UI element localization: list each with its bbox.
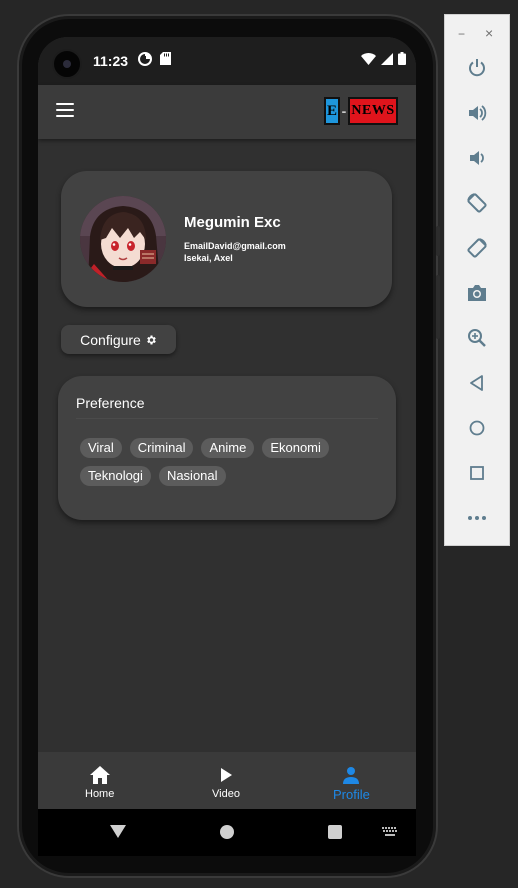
data-saver-icon [138,52,152,66]
person-icon [343,767,360,784]
sd-card-icon [160,52,171,65]
more-icon[interactable] [464,505,490,531]
minimize-icon[interactable]: − [458,27,465,41]
emulator-window-controls: − × [445,25,511,41]
status-system-icons [361,52,406,65]
menu-icon[interactable] [56,103,74,117]
avatar-illustration [80,196,166,282]
volume-up-icon[interactable] [464,100,490,126]
system-back-button[interactable] [110,825,126,838]
nav-profile-label: Profile [333,787,370,802]
rotate-right-icon[interactable] [464,235,490,261]
play-icon [220,768,232,782]
chip-nasional[interactable]: Nasional [158,466,226,486]
avatar[interactable] [80,196,166,282]
overview-icon[interactable] [464,460,490,486]
close-icon[interactable]: × [485,25,493,41]
status-bar: 11:23 [38,37,416,85]
keyboard-icon[interactable] [382,827,398,837]
configure-button[interactable]: Configure [61,325,176,354]
camera-icon[interactable] [464,280,490,306]
chip-viral[interactable]: Viral [80,438,122,458]
configure-label: Configure [80,331,141,348]
app-screen: 11:23 E - NEWS Megumin Exc EmailDavid@gm… [38,37,416,809]
profile-name: Megumin Exc [184,214,281,231]
volume-down-icon[interactable] [464,145,490,171]
back-icon[interactable] [464,370,490,396]
app-bar: E - NEWS [38,85,416,139]
rotate-left-icon[interactable] [464,190,490,216]
preference-title: Preference [76,395,145,411]
logo-news: NEWS [348,97,398,125]
emulator-controls-panel: − × [444,14,510,546]
home-icon[interactable] [464,415,490,441]
chip-ekonomi[interactable]: Ekonomi [262,438,329,458]
nav-video[interactable]: Video [212,766,240,800]
front-camera [52,49,82,79]
logo-e: E [324,97,340,125]
gear-icon [147,335,156,344]
system-home-button[interactable] [220,825,234,839]
enews-logo: E - NEWS [324,97,398,125]
system-recents-button[interactable] [328,825,342,839]
battery-icon [398,52,406,65]
chip-anime[interactable]: Anime [201,438,255,458]
preference-divider [76,418,378,419]
phone-volume-button [436,275,440,339]
logo-dash: - [341,103,347,119]
profile-email: EmailDavid@gmail.com [184,241,286,251]
zoom-icon[interactable] [464,325,490,351]
power-icon[interactable] [464,55,490,81]
nav-home[interactable]: Home [85,766,114,800]
preference-card: Preference Viral Criminal Anime Ekonomi … [58,376,396,520]
nav-home-label: Home [85,788,115,800]
phone-side-button [436,226,440,256]
system-navigation-bar [38,809,416,856]
status-notification-icons [138,52,171,66]
chip-criminal[interactable]: Criminal [129,438,194,458]
nav-profile[interactable]: Profile [333,766,370,802]
bottom-navigation: Home Video Profile [38,752,416,809]
profile-location: Isekai, Axel [184,253,233,263]
wifi-icon [361,52,376,65]
home-icon [89,766,110,784]
profile-card: Megumin Exc EmailDavid@gmail.com Isekai,… [61,171,392,307]
nav-video-label: Video [212,788,240,800]
preference-chips: Viral Criminal Anime Ekonomi Teknologi N… [80,438,370,486]
chip-teknologi[interactable]: Teknologi [80,466,151,486]
signal-icon [381,52,393,65]
status-time: 11:23 [93,53,129,69]
